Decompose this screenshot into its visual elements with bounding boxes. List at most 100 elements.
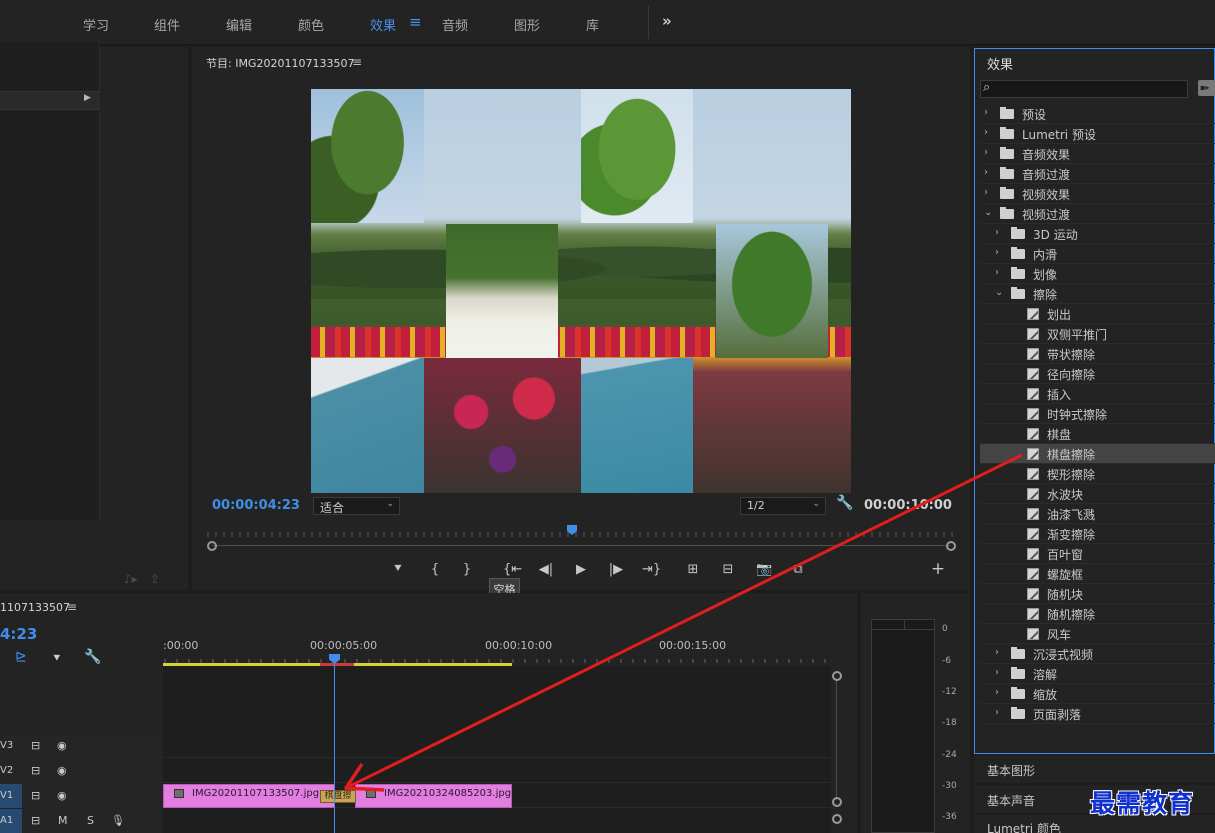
effects-tree-item[interactable]: › 划像 <box>980 264 1215 284</box>
tab-editing[interactable]: 编辑 <box>226 15 252 34</box>
scroll-handle-bottom[interactable] <box>832 797 842 807</box>
new-bin-icon[interactable]: ▪▸ <box>1198 80 1215 96</box>
chevron-right-icon[interactable]: › <box>995 647 999 658</box>
chevron-down-icon[interactable]: ⌄ <box>984 207 992 218</box>
effects-tree-item[interactable]: 带状擦除 <box>980 344 1215 364</box>
scroll-handle-audio[interactable] <box>832 814 842 824</box>
track-id[interactable]: A1 <box>0 809 22 833</box>
effects-tree-item[interactable]: › 预设 <box>980 104 1215 124</box>
timeline-vertical-scrollbar[interactable] <box>836 678 837 800</box>
tab-learn[interactable]: 学习 <box>83 15 109 34</box>
effects-tree-item[interactable]: 随机擦除 <box>980 604 1215 624</box>
go-to-out-icon[interactable]: ⇥} <box>642 562 661 577</box>
toggle-output-eye-icon[interactable]: ◉ <box>57 764 67 777</box>
program-monitor-title[interactable]: 节目: IMG20201107133507 <box>206 55 354 71</box>
solo-button[interactable]: S <box>87 814 94 827</box>
effects-tree-item[interactable]: › 3D 运动 <box>980 224 1215 244</box>
sync-lock-icon[interactable]: ⊟ <box>31 814 40 827</box>
mute-button[interactable]: M <box>58 814 68 827</box>
sync-lock-icon[interactable]: ⊟ <box>31 764 40 777</box>
tab-effects[interactable]: 效果 <box>370 15 396 34</box>
timeline-clip[interactable]: IMG20201107133507.jpg <box>163 784 335 808</box>
chevron-right-icon[interactable]: › <box>984 187 988 198</box>
effects-tree-item[interactable]: 百叶窗 <box>980 544 1215 564</box>
effects-tree-item[interactable]: 划出 <box>980 304 1215 324</box>
program-current-timecode[interactable]: 00:00:04:23 <box>212 498 300 513</box>
effects-tree-item[interactable]: ⌄ 视频过渡 <box>980 204 1215 224</box>
effects-tree-item[interactable]: › 音频过渡 <box>980 164 1215 184</box>
effects-tree-item[interactable]: 水波块 <box>980 484 1215 504</box>
tab-color[interactable]: 颜色 <box>298 15 324 34</box>
track-id[interactable]: V3 <box>0 734 22 758</box>
program-menu-icon[interactable]: ≡ <box>352 55 362 69</box>
effects-tree-item[interactable]: 随机块 <box>980 584 1215 604</box>
export-frame-icon[interactable]: ⇪ <box>150 572 160 586</box>
chevron-right-icon[interactable]: › <box>995 687 999 698</box>
effects-tree-item[interactable]: 插入 <box>980 384 1215 404</box>
effects-tree-item[interactable]: ⌄ 擦除 <box>980 284 1215 304</box>
essential-graphics-panel[interactable]: 基本图形 <box>974 755 1215 783</box>
lift-icon[interactable]: ⊞ <box>685 562 701 577</box>
sequence-menu-icon[interactable]: ≡ <box>67 600 77 614</box>
sync-lock-icon[interactable]: ⊟ <box>31 739 40 752</box>
effects-tree-item[interactable]: 棋盘 <box>980 424 1215 444</box>
tab-graphics[interactable]: 图形 <box>514 15 540 34</box>
track-id[interactable]: V1 <box>0 784 22 808</box>
chevron-right-icon[interactable]: › <box>984 107 988 118</box>
effects-tree-item[interactable]: › 页面剥落 <box>980 704 1215 724</box>
effects-tree-item[interactable]: 楔形擦除 <box>980 464 1215 484</box>
toggle-output-eye-icon[interactable]: ◉ <box>57 739 67 752</box>
effects-tree-item[interactable]: › 沉浸式视频 <box>980 644 1215 664</box>
sync-lock-icon[interactable]: ⊟ <box>31 789 40 802</box>
snap-icon[interactable]: ⊵ <box>15 649 27 665</box>
mark-out-icon[interactable]: } <box>459 562 475 577</box>
effects-tree-item[interactable]: 时钟式擦除 <box>980 404 1215 424</box>
tab-libraries[interactable]: 库 <box>586 15 599 34</box>
chevron-right-icon[interactable]: › <box>995 227 999 238</box>
effects-panel-title[interactable]: 效果 <box>987 54 1013 73</box>
effects-tree-item[interactable]: › Lumetri 预设 <box>980 124 1215 144</box>
settings-wrench-icon[interactable]: 🔧 <box>836 495 853 511</box>
button-editor-plus-icon[interactable]: + <box>930 561 946 578</box>
zoom-fit-select[interactable]: 适合 ⌄ <box>313 497 400 515</box>
effects-tree-item[interactable]: › 音频效果 <box>980 144 1215 164</box>
chevron-right-icon[interactable]: › <box>984 147 988 158</box>
chevron-down-icon[interactable]: ⌄ <box>995 287 1003 298</box>
effects-tree-item[interactable]: 螺旋框 <box>980 564 1215 584</box>
effects-tree-item[interactable]: 油漆飞溅 <box>980 504 1215 524</box>
export-frame-icon[interactable]: 📷 <box>756 562 772 577</box>
chevron-right-icon[interactable]: › <box>995 667 999 678</box>
transition-checkerboard-wipe[interactable]: 棋盘擦 <box>320 790 356 803</box>
more-workspaces-icon[interactable]: » <box>662 12 672 30</box>
workspace-menu-icon[interactable]: ≡ <box>409 13 422 31</box>
effects-tree-item[interactable]: › 内滑 <box>980 244 1215 264</box>
go-to-in-icon[interactable]: {⇤ <box>503 562 522 577</box>
timeline-timecode[interactable]: 4:23 <box>0 625 37 643</box>
tab-audio[interactable]: 音频 <box>442 15 468 34</box>
timeline-clip[interactable]: IMG20210324085203.jpg <box>355 784 512 808</box>
scroll-handle-top[interactable] <box>832 671 842 681</box>
add-marker-icon[interactable]: ⯆ <box>52 651 62 666</box>
effects-tree-item[interactable]: 渐变擦除 <box>980 524 1215 544</box>
chevron-right-icon[interactable]: › <box>995 247 999 258</box>
playback-resolution-select[interactable]: 1/2 ⌄ <box>740 497 826 515</box>
effects-tree-item[interactable]: 径向擦除 <box>980 364 1215 384</box>
drag-video-icon[interactable]: ♪▸ <box>124 572 138 586</box>
tab-assembly[interactable]: 组件 <box>154 15 180 34</box>
program-time-ruler[interactable] <box>206 524 954 552</box>
chevron-right-icon[interactable]: › <box>984 127 988 138</box>
step-back-icon[interactable]: ◀| <box>538 562 554 577</box>
effects-tree-item[interactable]: 风车 <box>980 624 1215 644</box>
step-forward-icon[interactable]: |▶ <box>608 562 624 577</box>
chevron-right-icon[interactable]: › <box>995 707 999 718</box>
expand-arrow-icon[interactable]: ▶ <box>84 93 91 103</box>
chevron-right-icon[interactable]: › <box>995 267 999 278</box>
effects-tree-item[interactable]: 双侧平推门 <box>980 324 1215 344</box>
comparison-view-icon[interactable]: ⧉ <box>790 562 806 577</box>
effects-search-input[interactable] <box>980 80 1188 98</box>
track-id[interactable]: V2 <box>0 759 22 783</box>
scrub-end-handle[interactable] <box>946 541 956 551</box>
timeline-settings-wrench-icon[interactable]: 🔧 <box>84 649 101 665</box>
extract-icon[interactable]: ⊟ <box>720 562 736 577</box>
effects-tree-item[interactable]: 棋盘擦除 <box>980 444 1215 464</box>
